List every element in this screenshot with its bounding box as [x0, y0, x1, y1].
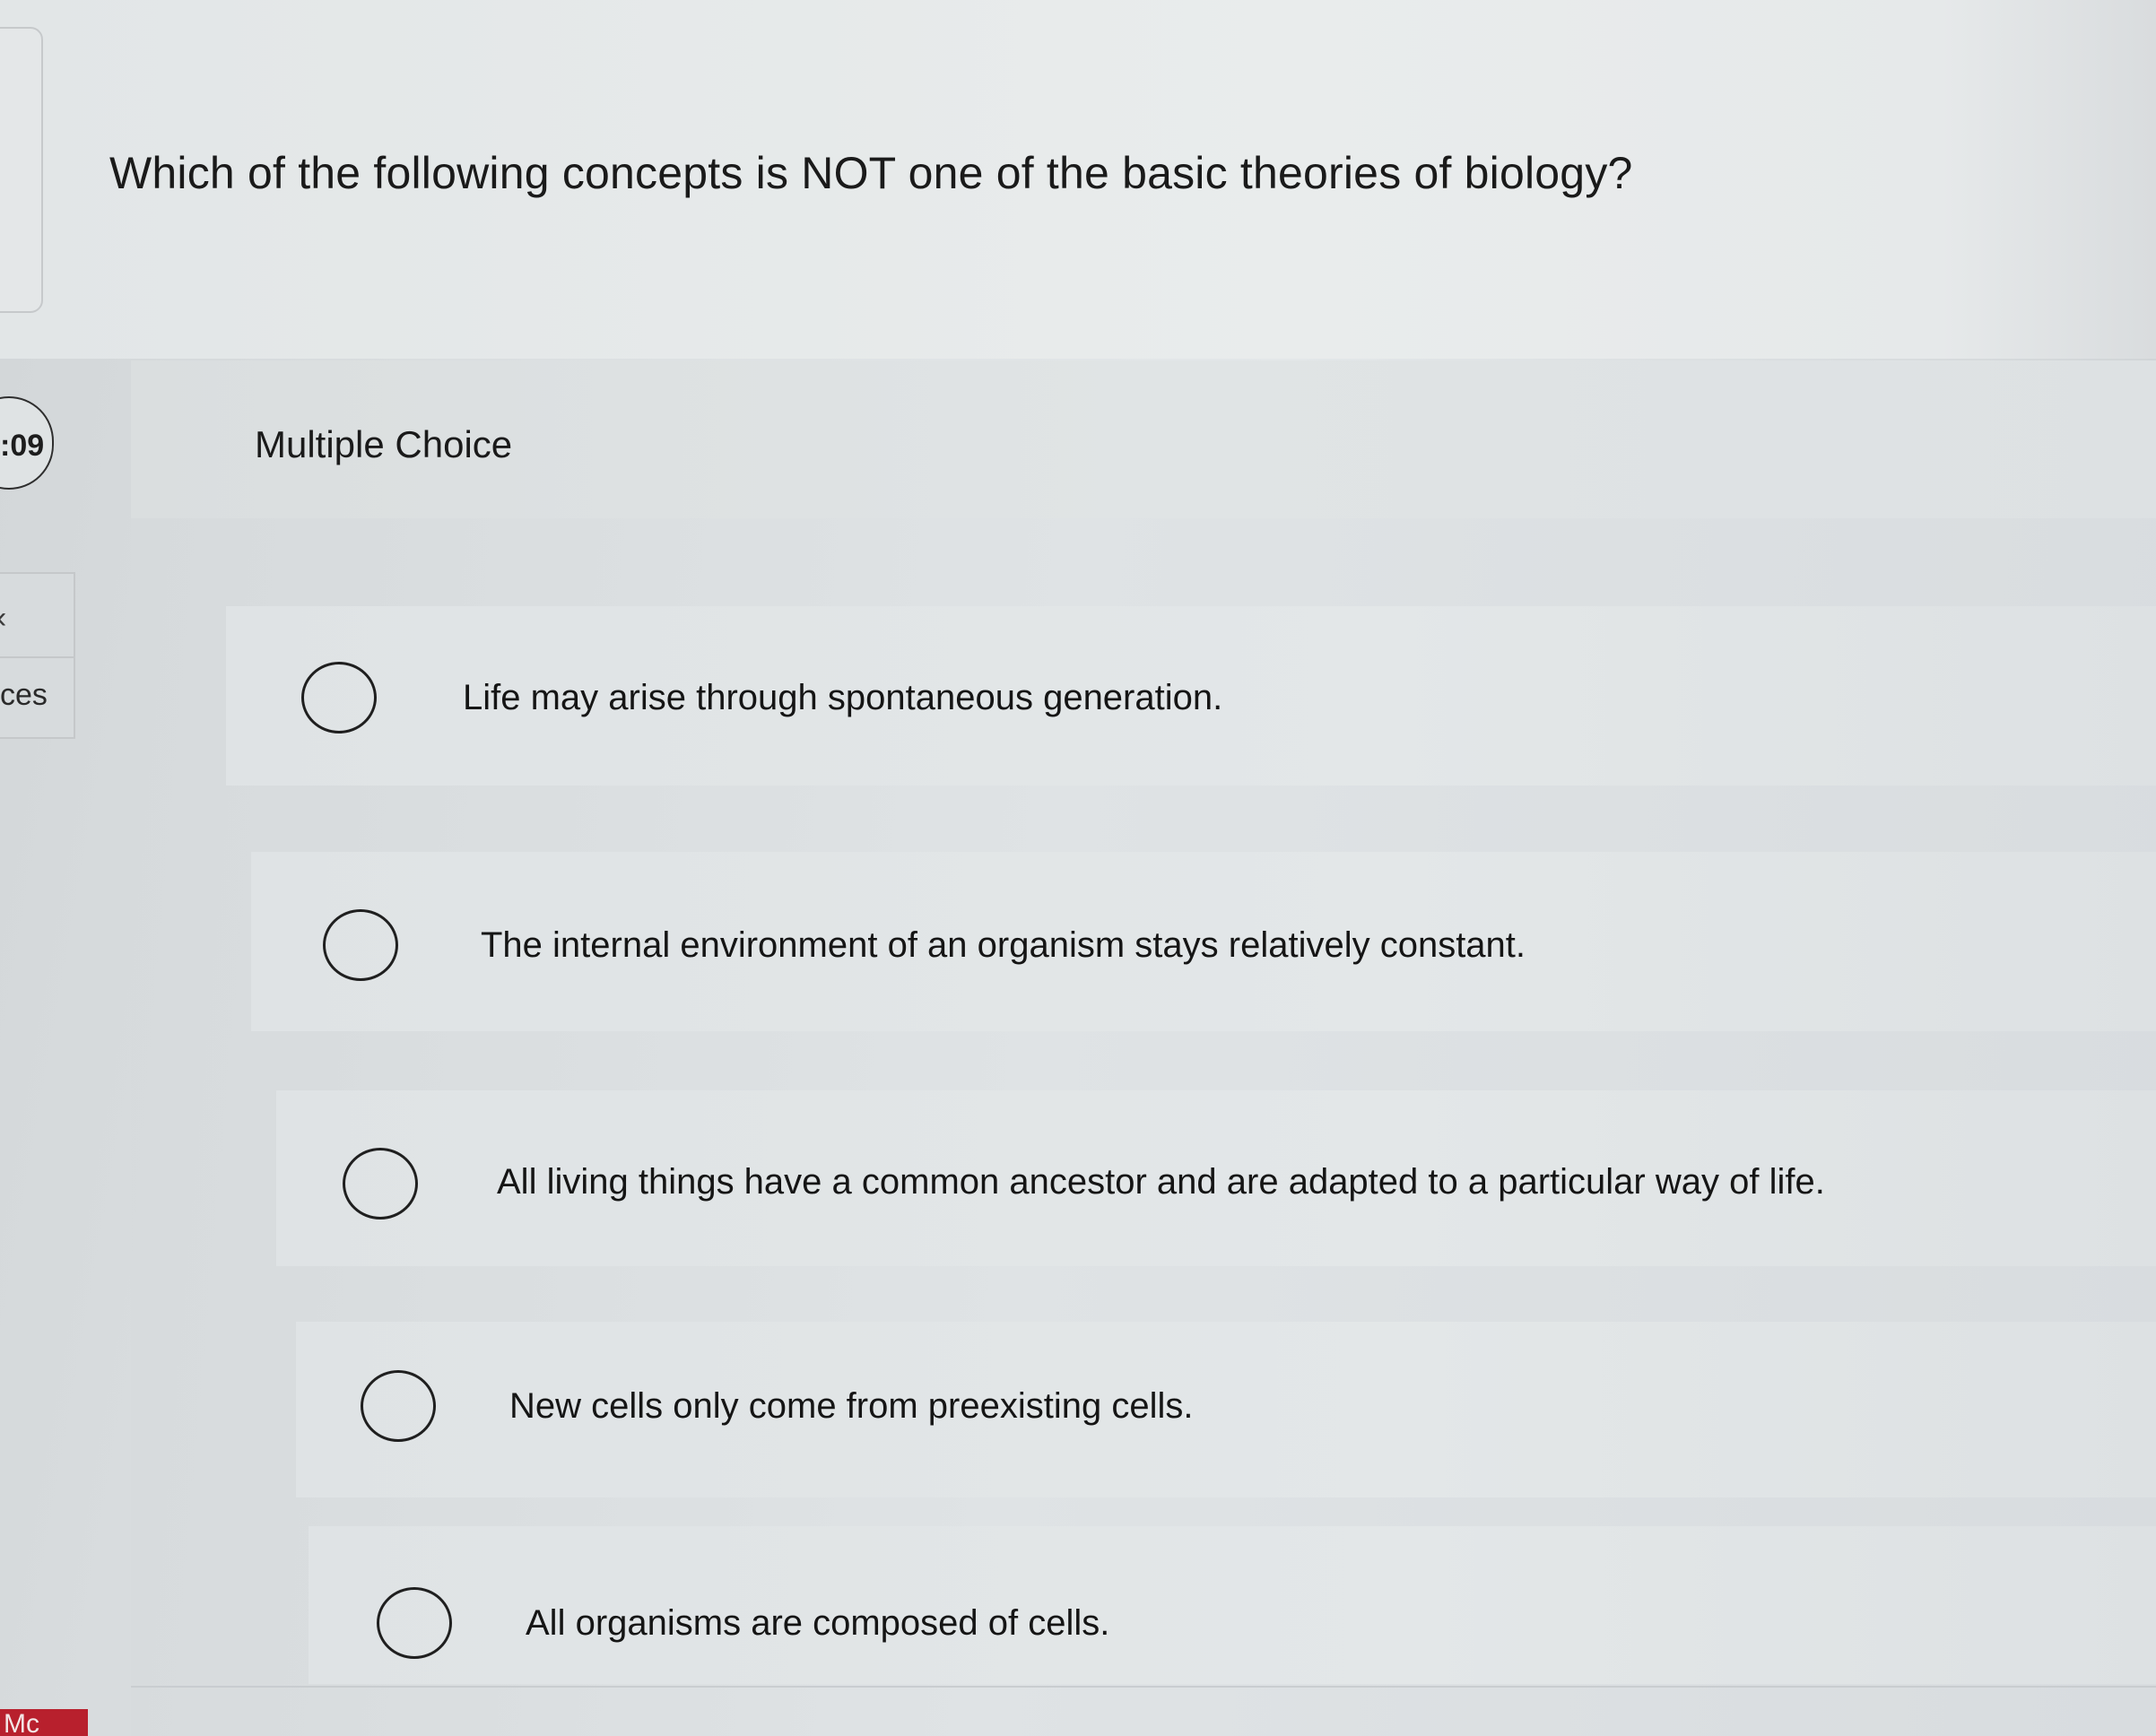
- answer-option-label: All organisms are composed of cells.: [526, 1603, 1110, 1643]
- chevron-left-icon[interactable]: ‹: [0, 601, 6, 636]
- answer-option[interactable]: New cells only come from preexisting cel…: [296, 1322, 2156, 1497]
- radio-button[interactable]: [343, 1148, 418, 1220]
- timer-text: :09: [0, 429, 45, 463]
- radio-button[interactable]: [377, 1587, 452, 1659]
- answer-option-label: Life may arise through spontaneous gener…: [463, 678, 1223, 717]
- radio-button[interactable]: [361, 1370, 436, 1442]
- question-text: Which of the following concepts is NOT o…: [109, 148, 1633, 198]
- question-type-label: Multiple Choice: [255, 423, 513, 465]
- divider: [131, 1686, 2156, 1688]
- left-card: [0, 27, 43, 313]
- side-nav-label[interactable]: ces: [0, 678, 48, 713]
- answer-option[interactable]: All organisms are composed of cells.: [309, 1526, 2156, 1684]
- side-nav-box[interactable]: [0, 572, 75, 739]
- radio-button[interactable]: [323, 909, 398, 981]
- answer-option[interactable]: The internal environment of an organism …: [251, 852, 2156, 1031]
- side-nav-divider: [0, 656, 75, 658]
- answer-option[interactable]: All living things have a common ancestor…: [276, 1090, 2156, 1266]
- answer-option-label: The internal environment of an organism …: [481, 925, 1526, 965]
- radio-button[interactable]: [301, 662, 377, 733]
- answer-option-label: New cells only come from preexisting cel…: [509, 1386, 1194, 1426]
- answer-option[interactable]: Life may arise through spontaneous gener…: [226, 606, 2156, 786]
- brand-badge: Mc: [0, 1709, 88, 1736]
- answer-option-label: All living things have a common ancestor…: [497, 1162, 1825, 1202]
